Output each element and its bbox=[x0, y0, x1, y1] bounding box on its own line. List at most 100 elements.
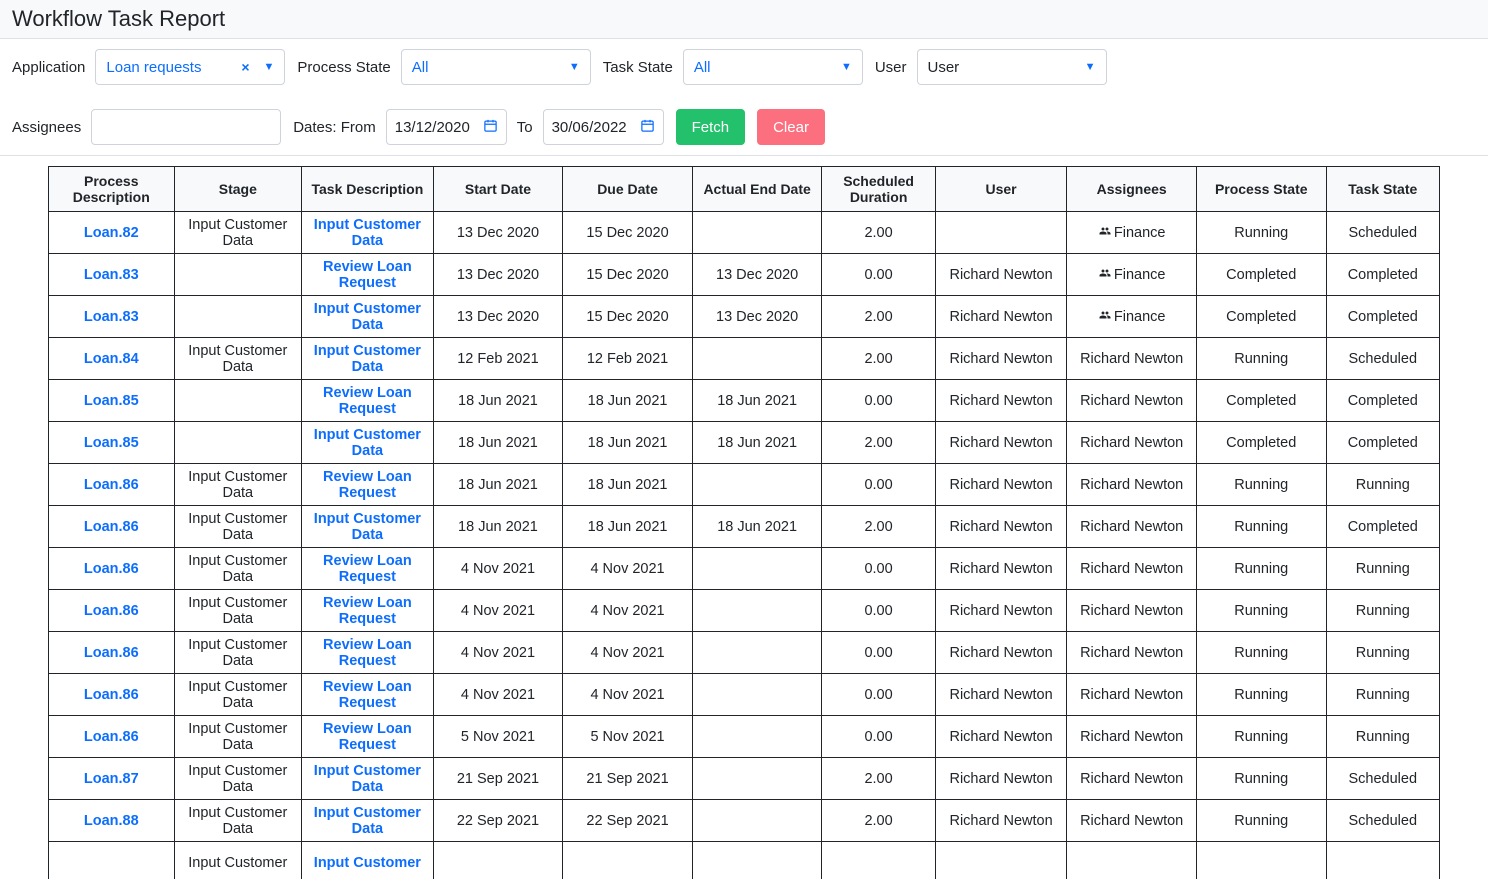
user-cell: Richard Newton bbox=[935, 590, 1067, 632]
process-state-cell: Completed bbox=[1196, 254, 1326, 296]
task-link[interactable]: Input Customer Data bbox=[302, 758, 434, 800]
duration-cell: 0.00 bbox=[822, 464, 935, 506]
task-link[interactable]: Review Loan Request bbox=[302, 464, 434, 506]
task-link[interactable]: Input Customer Data bbox=[302, 800, 434, 842]
table-row: Loan.86Input Customer DataReview Loan Re… bbox=[49, 674, 1440, 716]
table-row: Loan.84Input Customer DataInput Customer… bbox=[49, 338, 1440, 380]
process-state-cell: Running bbox=[1196, 548, 1326, 590]
process-link[interactable]: Loan.85 bbox=[49, 380, 175, 422]
table-body: Loan.82Input Customer DataInput Customer… bbox=[49, 212, 1440, 879]
start-date-cell: 4 Nov 2021 bbox=[433, 548, 563, 590]
task-link[interactable]: Input Customer Data bbox=[302, 212, 434, 254]
task-link[interactable]: Input Customer Data bbox=[302, 506, 434, 548]
task-link[interactable]: Review Loan Request bbox=[302, 716, 434, 758]
dates-from-label: Dates: From bbox=[293, 119, 376, 136]
due-date-cell: 15 Dec 2020 bbox=[563, 296, 693, 338]
date-from-value: 13/12/2020 bbox=[395, 119, 479, 136]
fetch-button[interactable]: Fetch bbox=[676, 109, 746, 145]
table-row: Loan.83Review Loan Request13 Dec 202015 … bbox=[49, 254, 1440, 296]
stage-cell: Input Customer Data bbox=[174, 590, 302, 632]
actual-end-cell: 18 Jun 2021 bbox=[692, 422, 822, 464]
process-state-select[interactable]: All ▼ bbox=[401, 49, 591, 85]
user-select[interactable]: User ▼ bbox=[917, 49, 1107, 85]
process-link[interactable]: Loan.84 bbox=[49, 338, 175, 380]
stage-cell bbox=[174, 254, 302, 296]
task-link[interactable]: Review Loan Request bbox=[302, 380, 434, 422]
process-link[interactable]: Loan.87 bbox=[49, 758, 175, 800]
task-link[interactable]: Input Customer Data bbox=[302, 422, 434, 464]
start-date-cell: 13 Dec 2020 bbox=[433, 254, 563, 296]
process-link[interactable]: Loan.85 bbox=[49, 422, 175, 464]
process-state-cell: Running bbox=[1196, 464, 1326, 506]
task-link[interactable]: Input Customer bbox=[302, 842, 434, 879]
process-link[interactable]: Loan.86 bbox=[49, 590, 175, 632]
process-link[interactable]: Loan.83 bbox=[49, 296, 175, 338]
stage-cell: Input Customer Data bbox=[174, 548, 302, 590]
process-state-cell: Running bbox=[1196, 632, 1326, 674]
process-link[interactable]: Loan.86 bbox=[49, 464, 175, 506]
clear-button[interactable]: Clear bbox=[757, 109, 825, 145]
table-row: Loan.86Input Customer DataInput Customer… bbox=[49, 506, 1440, 548]
task-state-select[interactable]: All ▼ bbox=[683, 49, 863, 85]
duration-cell: 0.00 bbox=[822, 254, 935, 296]
task-link[interactable]: Review Loan Request bbox=[302, 590, 434, 632]
group-icon bbox=[1098, 225, 1112, 240]
task-state-cell: Scheduled bbox=[1326, 800, 1439, 842]
duration-cell: 0.00 bbox=[822, 632, 935, 674]
date-from-input[interactable]: 13/12/2020 bbox=[386, 109, 507, 145]
assignees-cell: Richard Newton bbox=[1067, 674, 1197, 716]
user-cell: Richard Newton bbox=[935, 464, 1067, 506]
filter-application: Application Loan requests × ▼ bbox=[12, 49, 285, 85]
task-link[interactable]: Review Loan Request bbox=[302, 674, 434, 716]
application-select[interactable]: Loan requests × ▼ bbox=[95, 49, 285, 85]
table-header-cell: Task State bbox=[1326, 167, 1439, 212]
duration-cell: 2.00 bbox=[822, 758, 935, 800]
process-link[interactable]: Loan.86 bbox=[49, 632, 175, 674]
task-link[interactable]: Review Loan Request bbox=[302, 632, 434, 674]
clear-application-icon[interactable]: × bbox=[241, 59, 249, 75]
filter-user: User User ▼ bbox=[875, 49, 1107, 85]
due-date-cell bbox=[563, 842, 693, 879]
date-to-input[interactable]: 30/06/2022 bbox=[543, 109, 664, 145]
task-link[interactable]: Input Customer Data bbox=[302, 338, 434, 380]
task-state-cell: Completed bbox=[1326, 380, 1439, 422]
assignees-cell: Finance bbox=[1067, 212, 1197, 254]
task-link[interactable]: Review Loan Request bbox=[302, 548, 434, 590]
user-cell: Richard Newton bbox=[935, 422, 1067, 464]
process-link[interactable]: Loan.86 bbox=[49, 548, 175, 590]
assignees-cell: Richard Newton bbox=[1067, 338, 1197, 380]
process-link[interactable]: Loan.82 bbox=[49, 212, 175, 254]
process-link[interactable]: Loan.88 bbox=[49, 800, 175, 842]
process-link[interactable]: Loan.86 bbox=[49, 674, 175, 716]
process-link[interactable]: Loan.86 bbox=[49, 506, 175, 548]
table-header-cell: User bbox=[935, 167, 1067, 212]
due-date-cell: 4 Nov 2021 bbox=[563, 632, 693, 674]
user-cell: Richard Newton bbox=[935, 800, 1067, 842]
table-row: Loan.85Review Loan Request18 Jun 202118 … bbox=[49, 380, 1440, 422]
assignees-input[interactable] bbox=[91, 109, 281, 145]
calendar-icon bbox=[483, 118, 498, 137]
group-icon bbox=[1098, 309, 1112, 324]
start-date-cell: 5 Nov 2021 bbox=[433, 716, 563, 758]
actual-end-cell: 13 Dec 2020 bbox=[692, 254, 822, 296]
process-state-cell bbox=[1196, 842, 1326, 879]
process-link[interactable]: Loan.86 bbox=[49, 716, 175, 758]
process-state-cell: Running bbox=[1196, 590, 1326, 632]
table-row: Input CustomerInput Customer bbox=[49, 842, 1440, 879]
user-cell: Richard Newton bbox=[935, 632, 1067, 674]
table-row: Loan.82Input Customer DataInput Customer… bbox=[49, 212, 1440, 254]
stage-cell bbox=[174, 296, 302, 338]
user-value: User bbox=[928, 59, 1077, 76]
stage-cell: Input Customer Data bbox=[174, 212, 302, 254]
task-link[interactable]: Input Customer Data bbox=[302, 296, 434, 338]
process-link[interactable]: Loan.83 bbox=[49, 254, 175, 296]
user-cell: Richard Newton bbox=[935, 758, 1067, 800]
actual-end-cell bbox=[692, 716, 822, 758]
assignees-cell: Richard Newton bbox=[1067, 590, 1197, 632]
stage-cell: Input Customer Data bbox=[174, 674, 302, 716]
user-cell bbox=[935, 212, 1067, 254]
table-header-cell: Due Date bbox=[563, 167, 693, 212]
actual-end-cell bbox=[692, 464, 822, 506]
task-link[interactable]: Review Loan Request bbox=[302, 254, 434, 296]
stage-cell: Input Customer Data bbox=[174, 632, 302, 674]
